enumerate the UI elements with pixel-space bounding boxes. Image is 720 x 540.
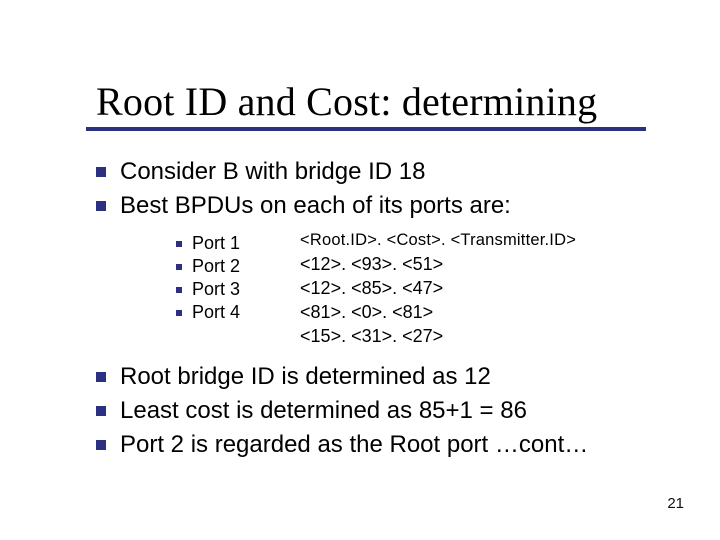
square-bullet-icon — [176, 241, 182, 247]
conclusion-text: Least cost is determined as 85+1 = 86 — [120, 396, 527, 426]
title-wrap: Root ID and Cost: determining — [0, 0, 720, 125]
slide: Root ID and Cost: determining Consider B… — [0, 0, 720, 540]
port-list: Port 1 Port 2 Port 3 Port 4 — [176, 231, 240, 325]
bpdu-column: <Root.ID>. <Cost>. <Transmitter.ID> <12>… — [300, 231, 576, 350]
bpdu-value: <12>. <93>. <51> — [300, 254, 576, 275]
square-bullet-icon — [96, 201, 106, 211]
port-label: Port 2 — [192, 256, 240, 277]
square-bullet-icon — [176, 264, 182, 270]
slide-title: Root ID and Cost: determining — [96, 78, 720, 125]
port-label: Port 1 — [192, 233, 240, 254]
bpdu-header: <Root.ID>. <Cost>. <Transmitter.ID> — [300, 231, 576, 250]
port-label: Port 4 — [192, 302, 240, 323]
bpdu-value: <12>. <85>. <47> — [300, 278, 576, 299]
square-bullet-icon — [96, 440, 106, 450]
square-bullet-icon — [96, 406, 106, 416]
square-bullet-icon — [96, 167, 106, 177]
conclusion-list: Root bridge ID is determined as 12 Least… — [96, 362, 680, 460]
conclusion-item: Port 2 is regarded as the Root port …con… — [96, 430, 680, 460]
slide-body: Consider B with bridge ID 18 Best BPDUs … — [0, 131, 720, 460]
conclusion-item: Root bridge ID is determined as 12 — [96, 362, 680, 392]
bpdu-value: <15>. <31>. <27> — [300, 326, 576, 347]
page-number: 21 — [667, 495, 684, 512]
conclusion-text: Port 2 is regarded as the Root port …con… — [120, 430, 588, 460]
conclusion-text: Root bridge ID is determined as 12 — [120, 362, 491, 392]
port-item: Port 4 — [176, 302, 240, 323]
square-bullet-icon — [96, 372, 106, 382]
port-item: Port 3 — [176, 279, 240, 300]
intro-text: Consider B with bridge ID 18 — [120, 157, 425, 187]
intro-item: Consider B with bridge ID 18 — [96, 157, 680, 187]
port-bpdu-block: Port 1 Port 2 Port 3 Port 4 <Root.ID>. <… — [176, 231, 680, 350]
square-bullet-icon — [176, 310, 182, 316]
port-item: Port 2 — [176, 256, 240, 277]
port-label: Port 3 — [192, 279, 240, 300]
port-item: Port 1 — [176, 233, 240, 254]
intro-list: Consider B with bridge ID 18 Best BPDUs … — [96, 157, 680, 221]
conclusion-item: Least cost is determined as 85+1 = 86 — [96, 396, 680, 426]
bpdu-value: <81>. <0>. <81> — [300, 302, 576, 323]
intro-text: Best BPDUs on each of its ports are: — [120, 191, 511, 221]
intro-item: Best BPDUs on each of its ports are: — [96, 191, 680, 221]
square-bullet-icon — [176, 287, 182, 293]
